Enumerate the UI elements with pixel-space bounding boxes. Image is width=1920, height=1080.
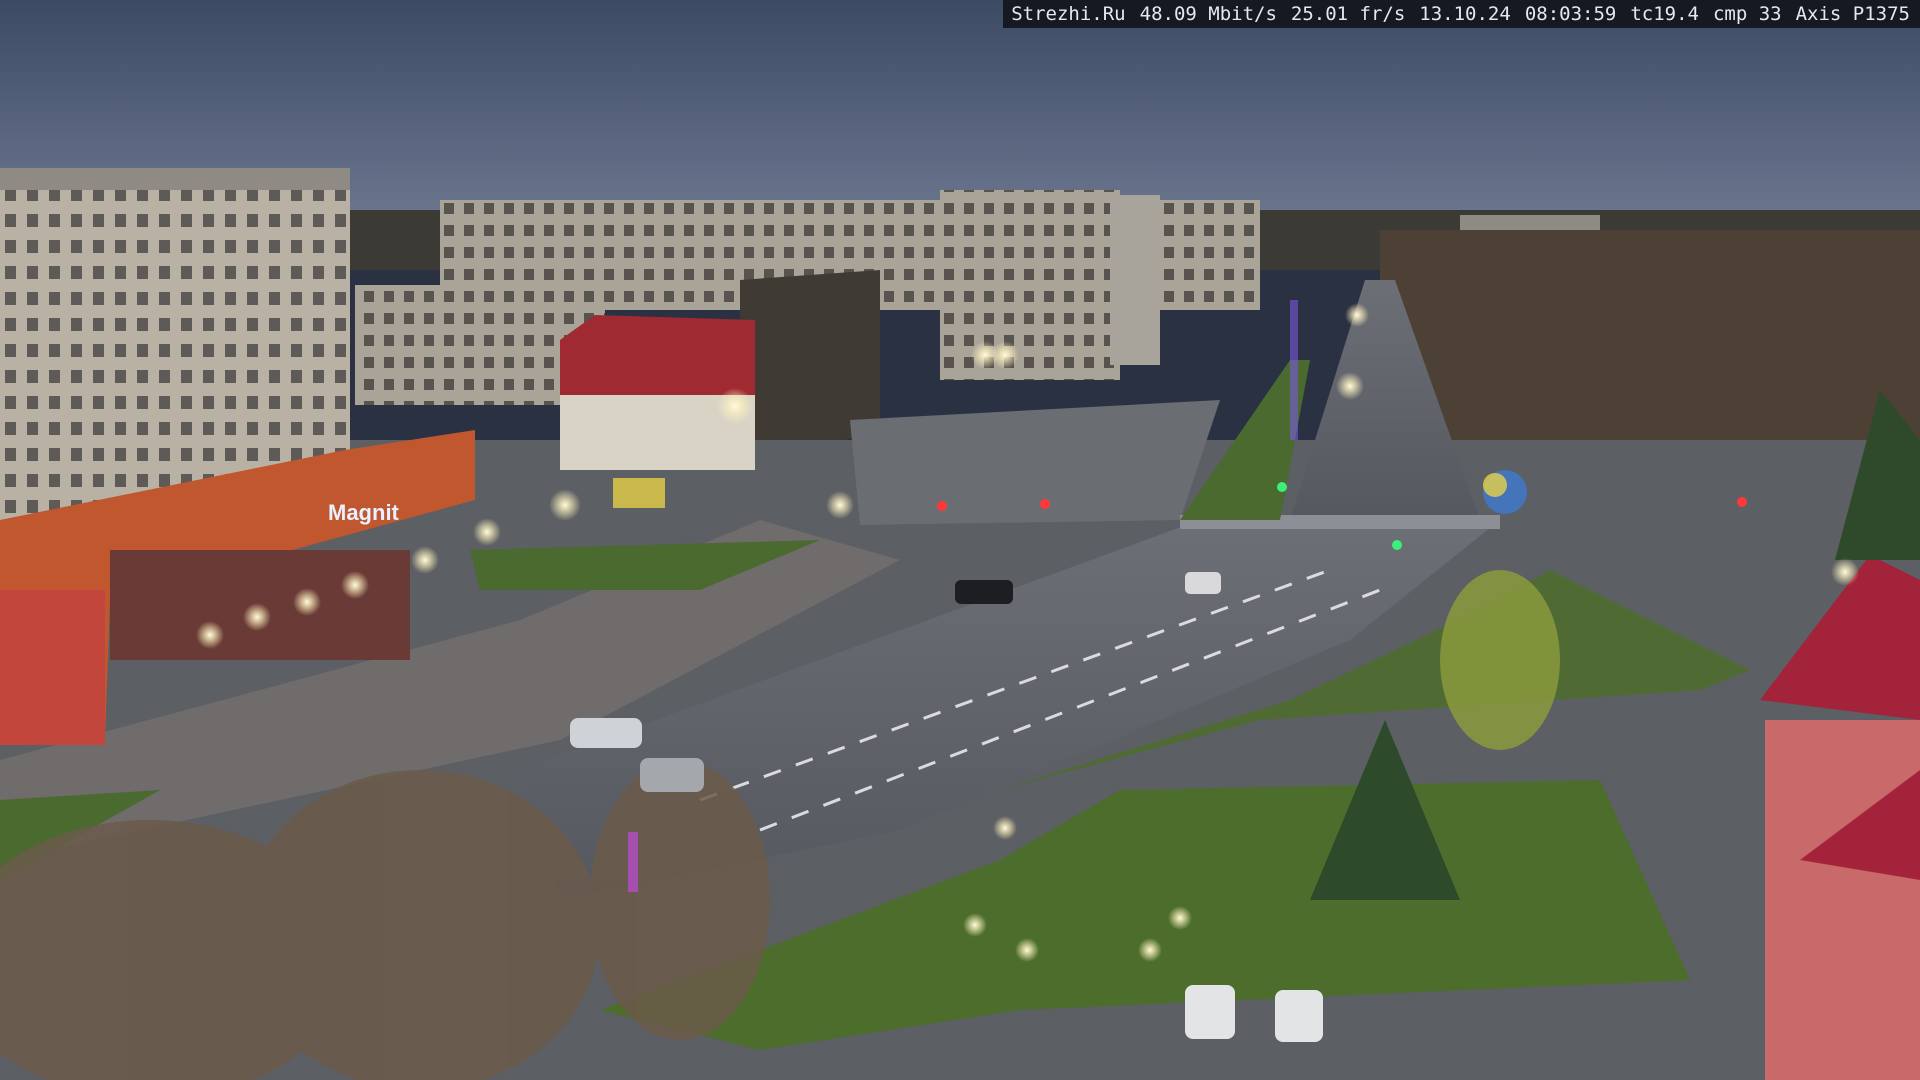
osd-cmp: cmp 33 (1712, 3, 1782, 25)
right-red-tower (1765, 720, 1920, 1080)
shopping-center-front (0, 590, 105, 745)
red-roof (560, 315, 755, 400)
osd-camera: Axis P1375 (1795, 3, 1910, 25)
osd-framerate: 25.01 fr/s (1290, 3, 1406, 25)
car-grey (640, 758, 704, 792)
plaza (850, 400, 1220, 525)
car-white-intersection (1185, 572, 1221, 594)
osd-site: Strezhi.Ru (1011, 3, 1126, 25)
tall-building-center (940, 190, 1120, 380)
shop-sign: Magnit (328, 500, 400, 525)
camera-overlay: Strezhi.Ru 48.09 Mbit/s 25.01 fr/s 13.10.24… (1003, 0, 1920, 28)
car-dark (955, 580, 1013, 604)
birch-tree (1440, 570, 1560, 750)
osd-time: 08:03:59 (1524, 3, 1617, 25)
apartment-left-roof (0, 168, 350, 190)
osd-tc: tc19.4 (1630, 3, 1699, 25)
osd-date: 13.10.24 (1419, 3, 1511, 25)
webcam-scene: Magnit (0, 0, 1920, 1080)
osd-bitrate: 48.09 Mbit/s (1139, 3, 1277, 25)
tall-building-tower (1110, 195, 1160, 365)
billboard (613, 478, 665, 508)
car-silver (570, 718, 642, 748)
car-parked-2 (1275, 990, 1323, 1042)
car-parked-1 (1185, 985, 1235, 1039)
